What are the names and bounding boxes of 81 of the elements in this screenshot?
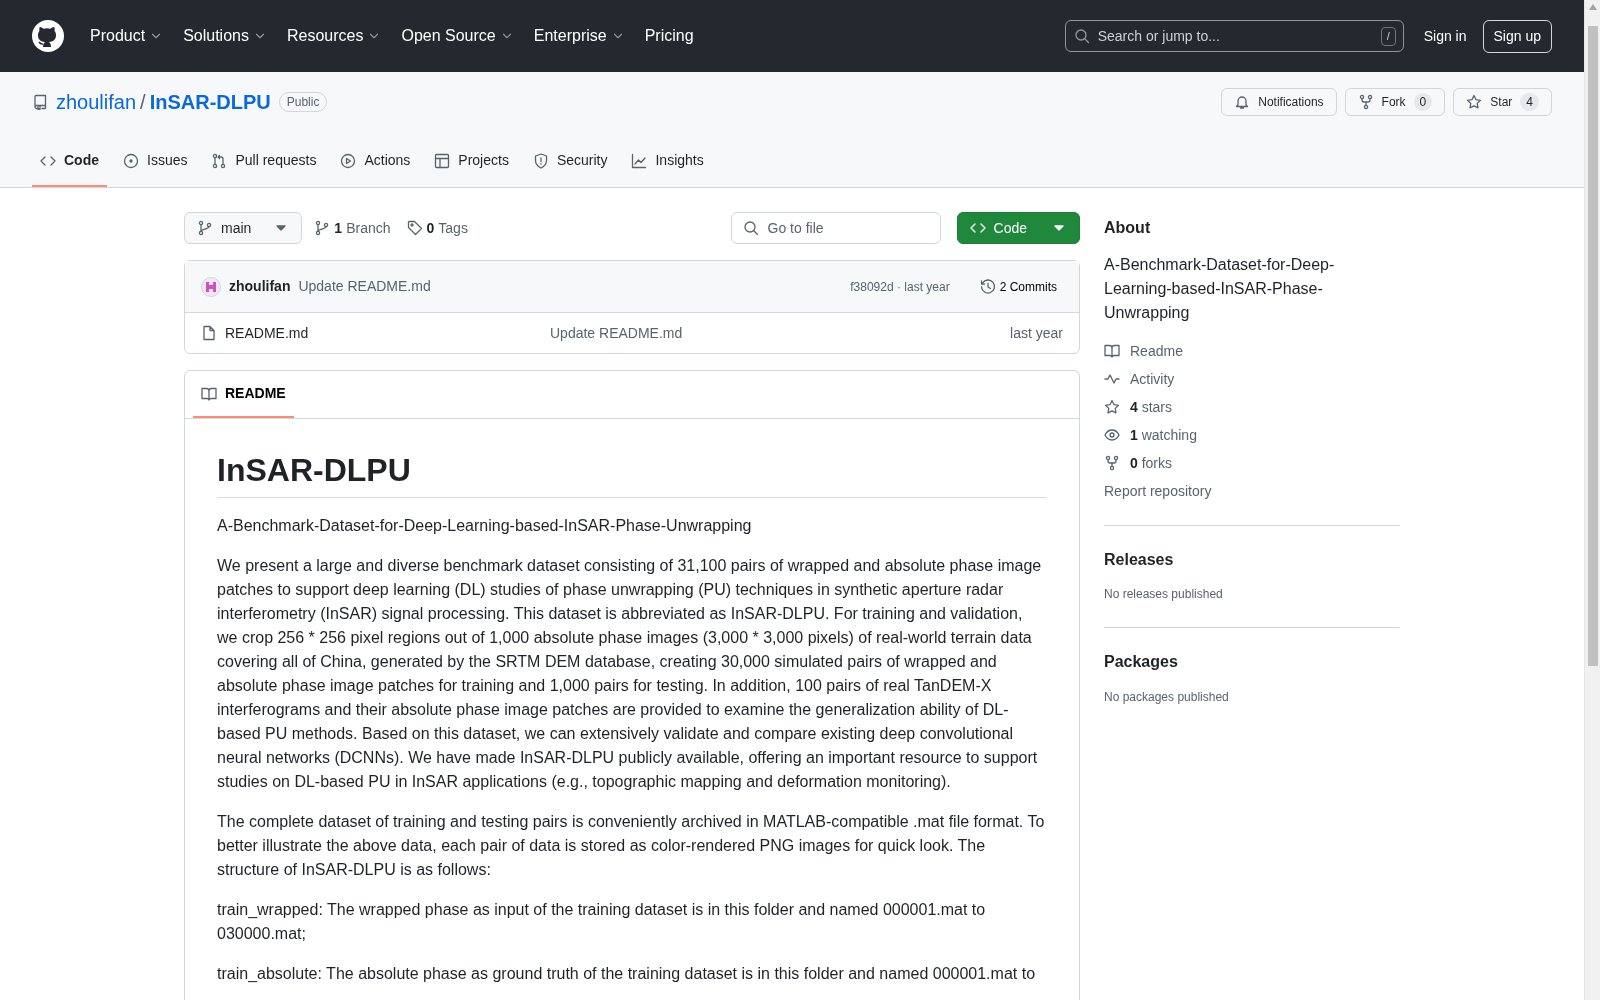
- nav-menu-item[interactable]: Product: [80, 24, 174, 48]
- file-name[interactable]: README.md: [225, 322, 550, 344]
- repo-icon: [32, 94, 48, 110]
- about-heading: About: [1104, 218, 1152, 238]
- nav-menu-item[interactable]: Resources: [276, 24, 392, 48]
- scrollbar-thumb[interactable]: [1587, 26, 1598, 666]
- readme-paragraph: train_absolute: The absolute phase as ground truth of the training dataset is in this folder and named 000001.mat to: [217, 964, 1037, 985]
- shortcut-key: /: [1380, 27, 1396, 46]
- bell-icon: [1234, 94, 1251, 110]
- about-link[interactable]: 1 watching: [1104, 425, 1197, 446]
- repo-tab[interactable]: Actions: [332, 142, 419, 187]
- avatar-icon: [201, 276, 221, 297]
- file-icon: [201, 325, 217, 341]
- owner-link[interactable]: zhoulifan: [56, 87, 137, 117]
- repo-tab[interactable]: Pull requests: [203, 142, 325, 187]
- section-heading: Packages: [1104, 652, 1179, 672]
- branch-selector[interactable]: main: [184, 212, 303, 244]
- about-link[interactable]: Readme: [1104, 341, 1183, 362]
- circle-dot-icon: [123, 152, 139, 169]
- about-link[interactable]: 0 forks: [1104, 453, 1173, 474]
- eye-icon: [1104, 427, 1120, 444]
- commit-author[interactable]: zhoulifan: [229, 276, 291, 297]
- logo-icon[interactable]: [32, 20, 64, 52]
- search-icon: [742, 220, 759, 236]
- shield-icon: [532, 152, 549, 169]
- go-to-file-field[interactable]: Go to file: [730, 212, 941, 244]
- repo-tab[interactable]: Code: [32, 142, 107, 187]
- commit-hash[interactable]: f38092d · last year: [850, 277, 950, 296]
- repo-tab[interactable]: Security: [524, 142, 616, 187]
- report-link[interactable]: Report repository: [1104, 481, 1212, 502]
- branches-link[interactable]: 1 Branch: [310, 217, 395, 239]
- commits-link[interactable]: 2 Commits: [973, 276, 1063, 297]
- branch-icon: [314, 220, 331, 236]
- section-note: No packages published: [1104, 688, 1230, 706]
- file-time: last year: [1010, 323, 1063, 343]
- commit-message[interactable]: Update README.md: [298, 276, 431, 297]
- repo-tab[interactable]: Projects: [426, 142, 517, 187]
- repo-description: A-Benchmark-Dataset-for-Deep-Learning-based-InSAR-Phase-Unwrapping: [1104, 255, 1336, 324]
- nav-menu-item[interactable]: Enterprise: [523, 24, 635, 48]
- fork-icon: [1104, 455, 1120, 472]
- repo-tab[interactable]: Issues: [115, 142, 196, 187]
- readme-paragraph: The complete dataset of training and testing pairs is conveniently archived in MATLAB-compatible .mat file format. To better illustrate the above data, each pair of data is stored as color-rendered PNG images for quick look. The structure of InSAR-DLPU is as follows:: [217, 812, 1046, 881]
- repo-name-link[interactable]: InSAR-DLPU: [149, 87, 271, 117]
- nav-menu-item[interactable]: Open Source: [391, 24, 524, 48]
- repo-tab[interactable]: Insights: [623, 142, 712, 187]
- readme-tab[interactable]: README: [193, 383, 294, 418]
- notifications-button[interactable]: Notifications: [1221, 88, 1337, 116]
- readme-title: InSAR-DLPU: [217, 451, 1047, 499]
- book-icon: [1104, 343, 1120, 360]
- table-icon: [434, 152, 451, 169]
- star-button[interactable]: Star 4: [1453, 88, 1552, 116]
- path-separator: /: [140, 90, 146, 115]
- pull-request-icon: [211, 152, 228, 169]
- file-commit-message[interactable]: Update README.md: [550, 322, 683, 344]
- about-link[interactable]: Activity: [1104, 369, 1175, 390]
- readme-paragraph: We present a large and diverse benchmark dataset consisting of 31,100 pairs of wrapped and absolute phase image patches to support deep learning (DL) studies of phase unwrapping (PU) techniques in synthetic aperture radar interferometry (InSAR) signal processing. This dataset is abbreviated as InSAR-DLPU. For training and validation, we crop 256 * 256 pixel regions out of 1,000 absolute phase images (3,000 * 3,000 pixels) of real-world terrain data covering all of China, generated by the SRTM DEM database, creating 30,000 simulated pairs of wrapped and absolute phase image patches for training and 1,000 pairs for testing. In addition, 100 pairs of real TanDEM-X interferograms and their absolute phase image patches are provided to examine the generalization ability of DL-based PU methods. Based on this dataset, we can extensively validate and compare existing deep convolutional neural networks (DCNNs). We have made InSAR-DLPU publicly available, offering an important resource to support studies on DL-based PU in InSAR applications (e.g., topographic mapping and deformation monitoring).: [217, 556, 1043, 793]
- about-link[interactable]: 4 stars: [1104, 397, 1173, 418]
- section-note: No releases published: [1104, 586, 1224, 604]
- scroll-up-icon[interactable]: [1588, 4, 1597, 10]
- nav-menu-item[interactable]: Solutions: [173, 24, 277, 48]
- graph-icon: [631, 152, 648, 169]
- fork-icon: [1357, 94, 1374, 110]
- sign-in-link[interactable]: Sign in: [1419, 25, 1471, 47]
- counter: 4: [1520, 93, 1539, 111]
- code-button[interactable]: Code: [956, 212, 1080, 244]
- search-icon: [1073, 28, 1090, 44]
- tags-link[interactable]: 0 Tags: [402, 217, 472, 239]
- history-icon: [979, 278, 996, 295]
- readme-paragraph: A-Benchmark-Dataset-for-Deep-Learning-based-InSAR-Phase-Unwrapping: [217, 516, 753, 537]
- tag-icon: [406, 220, 423, 236]
- branch-icon: [197, 220, 213, 236]
- nav-menu-item[interactable]: Pricing: [634, 24, 704, 48]
- play-icon: [340, 152, 357, 169]
- fork-button[interactable]: Fork 0: [1344, 88, 1446, 116]
- section-heading: Releases: [1104, 550, 1175, 570]
- book-icon: [201, 385, 217, 402]
- counter: 0: [1413, 93, 1433, 111]
- star-icon: [1466, 94, 1483, 110]
- readme-paragraph: train_wrapped: The wrapped phase as input of the training dataset is in this folder and named 000001.mat to 030000.mat;: [217, 900, 987, 945]
- sign-up-button[interactable]: Sign up: [1482, 19, 1552, 53]
- star-icon: [1104, 399, 1120, 416]
